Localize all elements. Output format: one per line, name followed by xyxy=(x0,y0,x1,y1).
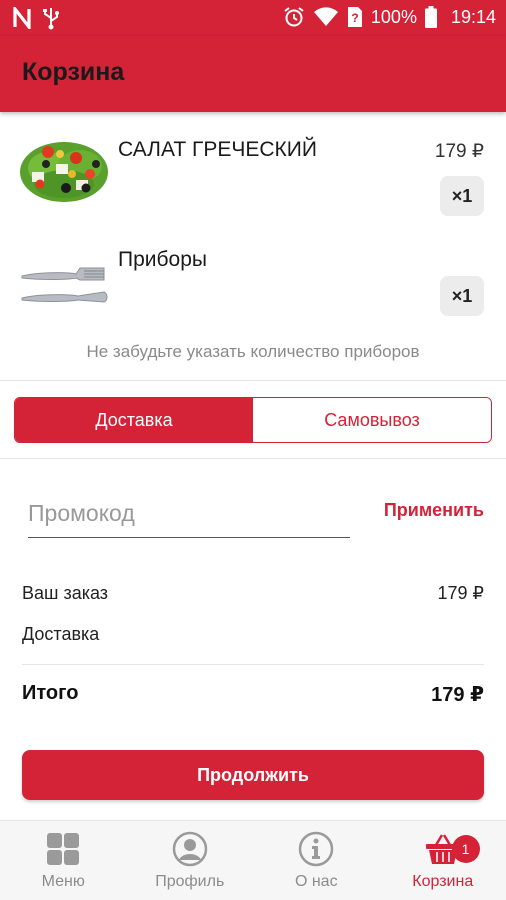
profile-icon xyxy=(172,831,207,867)
usb-icon xyxy=(43,8,59,30)
grid-icon xyxy=(47,833,80,865)
delivery-method-toggle: Доставка Самовывоз xyxy=(14,397,492,443)
cutlery-hint: Не забудьте указать количество приборов xyxy=(86,342,420,361)
item-name: Приборы xyxy=(118,248,207,271)
info-icon xyxy=(299,831,334,867)
order-label: Ваш заказ xyxy=(22,583,109,603)
nav-item-profile[interactable]: Профиль xyxy=(127,821,254,900)
alarm-icon xyxy=(284,7,304,27)
nav-label: Профиль xyxy=(155,873,225,890)
item-price: 179 ₽ xyxy=(434,141,484,162)
quantity-button[interactable]: ×1 xyxy=(440,176,484,216)
order-value: 179 ₽ xyxy=(437,583,485,603)
svg-text:?: ? xyxy=(351,11,358,25)
nav-item-menu[interactable]: Меню xyxy=(0,821,127,900)
cutlery-photo xyxy=(21,267,108,303)
apply-promo-button[interactable]: Применить xyxy=(384,500,484,521)
n-icon xyxy=(13,7,31,29)
cart-item[interactable]: САЛАТ ГРЕЧЕСКИЙ 179 ₽ ×1 xyxy=(0,120,506,228)
nav-item-cart[interactable]: Корзина 1 xyxy=(380,821,506,900)
nav-label: О нас xyxy=(294,873,338,890)
page-title: Корзина xyxy=(22,58,125,86)
cart-count-badge: 1 xyxy=(451,835,480,863)
delivery-tab[interactable]: Доставка xyxy=(15,398,253,442)
cart-content[interactable]: САЛАТ ГРЕЧЕСКИЙ 179 ₽ ×1 Приборы ×1 Не з… xyxy=(0,112,506,820)
clock: 19:14 xyxy=(450,6,496,27)
app-bar: Корзина xyxy=(0,36,506,112)
bottom-nav: Меню Профиль О нас Корзина 1 xyxy=(0,820,506,900)
nav-label: Меню xyxy=(41,873,85,890)
battery-icon xyxy=(424,6,437,28)
quantity-button[interactable]: ×1 xyxy=(440,276,484,316)
promo-code-input[interactable]: Промокод xyxy=(28,494,350,538)
wifi-icon xyxy=(313,7,338,27)
total-label: Итого xyxy=(22,682,79,704)
total-value: 179 ₽ xyxy=(431,684,484,706)
status-bar: ? 100% 19:14 xyxy=(0,0,506,36)
greek-salad-photo xyxy=(20,142,108,202)
divider xyxy=(0,380,506,381)
battery-percent: 100% xyxy=(370,6,417,27)
divider xyxy=(22,664,484,665)
item-name: САЛАТ ГРЕЧЕСКИЙ xyxy=(118,138,317,161)
delivery-label: Доставка xyxy=(22,624,100,644)
continue-button[interactable]: Продолжить xyxy=(22,750,484,800)
nav-item-about[interactable]: О нас xyxy=(253,821,380,900)
nav-label: Корзина xyxy=(412,873,474,890)
pickup-tab[interactable]: Самовывоз xyxy=(253,398,491,442)
cart-item[interactable]: Приборы ×1 xyxy=(0,228,506,336)
sim-question-icon: ? xyxy=(347,7,362,27)
divider xyxy=(0,458,506,459)
